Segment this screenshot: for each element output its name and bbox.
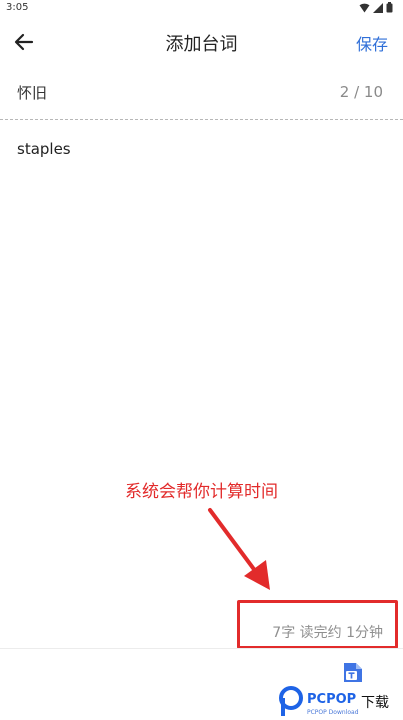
watermark-suffix: 下载 <box>361 695 389 711</box>
bottom-divider <box>0 648 403 649</box>
document-t-icon[interactable] <box>342 661 364 683</box>
status-bar: 3:05 <box>0 0 403 18</box>
save-button[interactable]: 保存 <box>356 31 388 55</box>
dashed-divider <box>0 119 403 120</box>
stats-highlight: 7字 读完约 1分钟 <box>237 600 398 649</box>
page-title: 添加台词 <box>165 34 238 55</box>
battery-icon <box>386 2 393 13</box>
signal-icon <box>373 2 383 13</box>
status-time: 3:05 <box>6 2 29 13</box>
annotation-arrow-icon <box>208 508 270 590</box>
app-bar: 添加台词 保存 <box>0 20 403 64</box>
status-icons <box>359 2 393 13</box>
tag-row[interactable]: 怀旧 2 / 10 <box>0 76 403 110</box>
pcpop-logo-icon <box>279 686 303 716</box>
watermark-brand: PCPOP <box>307 692 357 707</box>
word-count-stats: 7字 读完约 1分钟 <box>272 625 383 641</box>
watermark: PCPOP 下载 PCPOP Download <box>277 682 401 720</box>
script-editor[interactable]: staples <box>17 140 387 158</box>
wifi-icon <box>359 3 370 13</box>
watermark-subtitle: PCPOP Download <box>307 709 359 716</box>
tag-count: 2 / 10 <box>339 83 383 101</box>
annotation-text: 系统会帮你计算时间 <box>125 482 278 502</box>
tag-name: 怀旧 <box>17 84 48 102</box>
